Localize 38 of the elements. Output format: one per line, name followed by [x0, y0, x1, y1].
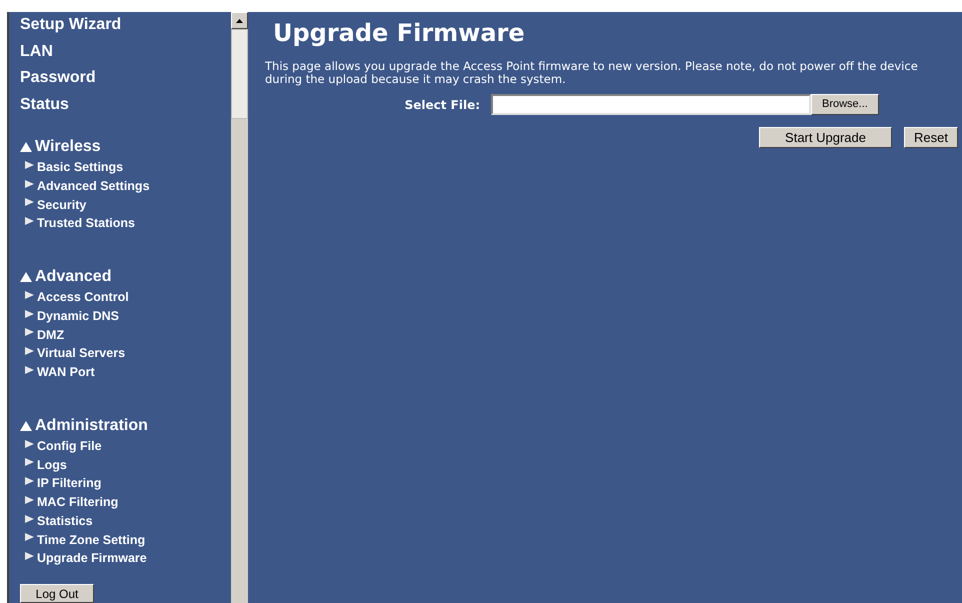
nav-link[interactable]: Trusted Stations: [37, 214, 135, 233]
nav-link[interactable]: Advanced Settings: [37, 176, 150, 196]
logout-button[interactable]: Log Out: [20, 584, 94, 603]
page-title: Upgrade Firmware: [272, 18, 526, 48]
nav-link[interactable]: LAN: [20, 38, 231, 65]
nav-link[interactable]: Time Zone Setting: [37, 530, 146, 550]
up-triangle-icon[interactable]: [20, 272, 32, 282]
reset-button[interactable]: Reset: [904, 127, 958, 148]
up-triangle-icon[interactable]: [20, 142, 32, 152]
nav-link[interactable]: Dynamic DNS: [37, 306, 119, 326]
nav-link[interactable]: MAC Filtering: [37, 493, 118, 512]
scroll-up-button[interactable]: [231, 12, 248, 29]
up-triangle-icon: [236, 18, 243, 22]
nav-link[interactable]: WAN Port: [37, 363, 95, 382]
nav-link[interactable]: Status: [20, 92, 231, 118]
nav-link[interactable]: IP Filtering: [37, 474, 102, 493]
nav-link[interactable]: Config File: [37, 436, 102, 456]
select-file-label: Select File:: [404, 96, 480, 114]
nav-link[interactable]: Logs: [37, 456, 67, 474]
file-path-field[interactable]: [491, 94, 811, 115]
section-heading[interactable]: Administration: [35, 414, 148, 438]
nav-link[interactable]: Virtual Servers: [37, 344, 126, 363]
nav-link[interactable]: Upgrade Firmware: [37, 549, 147, 568]
up-triangle-icon[interactable]: [20, 420, 32, 431]
scrollbar[interactable]: [231, 12, 248, 603]
scroll-thumb[interactable]: [231, 29, 248, 119]
nav-link[interactable]: Setup Wizard: [20, 12, 231, 38]
browse-button[interactable]: Browse...: [811, 94, 879, 115]
nav-link[interactable]: Password: [20, 65, 231, 92]
start-upgrade-button[interactable]: Start Upgrade: [759, 127, 892, 148]
nav-link[interactable]: Security: [37, 196, 86, 214]
description-text: This page allows you upgrade the Access Point firmware to new version. Please note, do not power off the device during the upload because it may crash the system.: [265, 60, 919, 86]
nav-link[interactable]: Basic Settings: [37, 158, 124, 177]
nav-link[interactable]: Statistics: [37, 512, 93, 530]
section-heading[interactable]: Advanced: [35, 265, 112, 289]
nav-link[interactable]: Access Control: [37, 288, 129, 307]
nav-link[interactable]: DMZ: [37, 326, 64, 344]
section-heading[interactable]: Wireless: [35, 135, 101, 159]
